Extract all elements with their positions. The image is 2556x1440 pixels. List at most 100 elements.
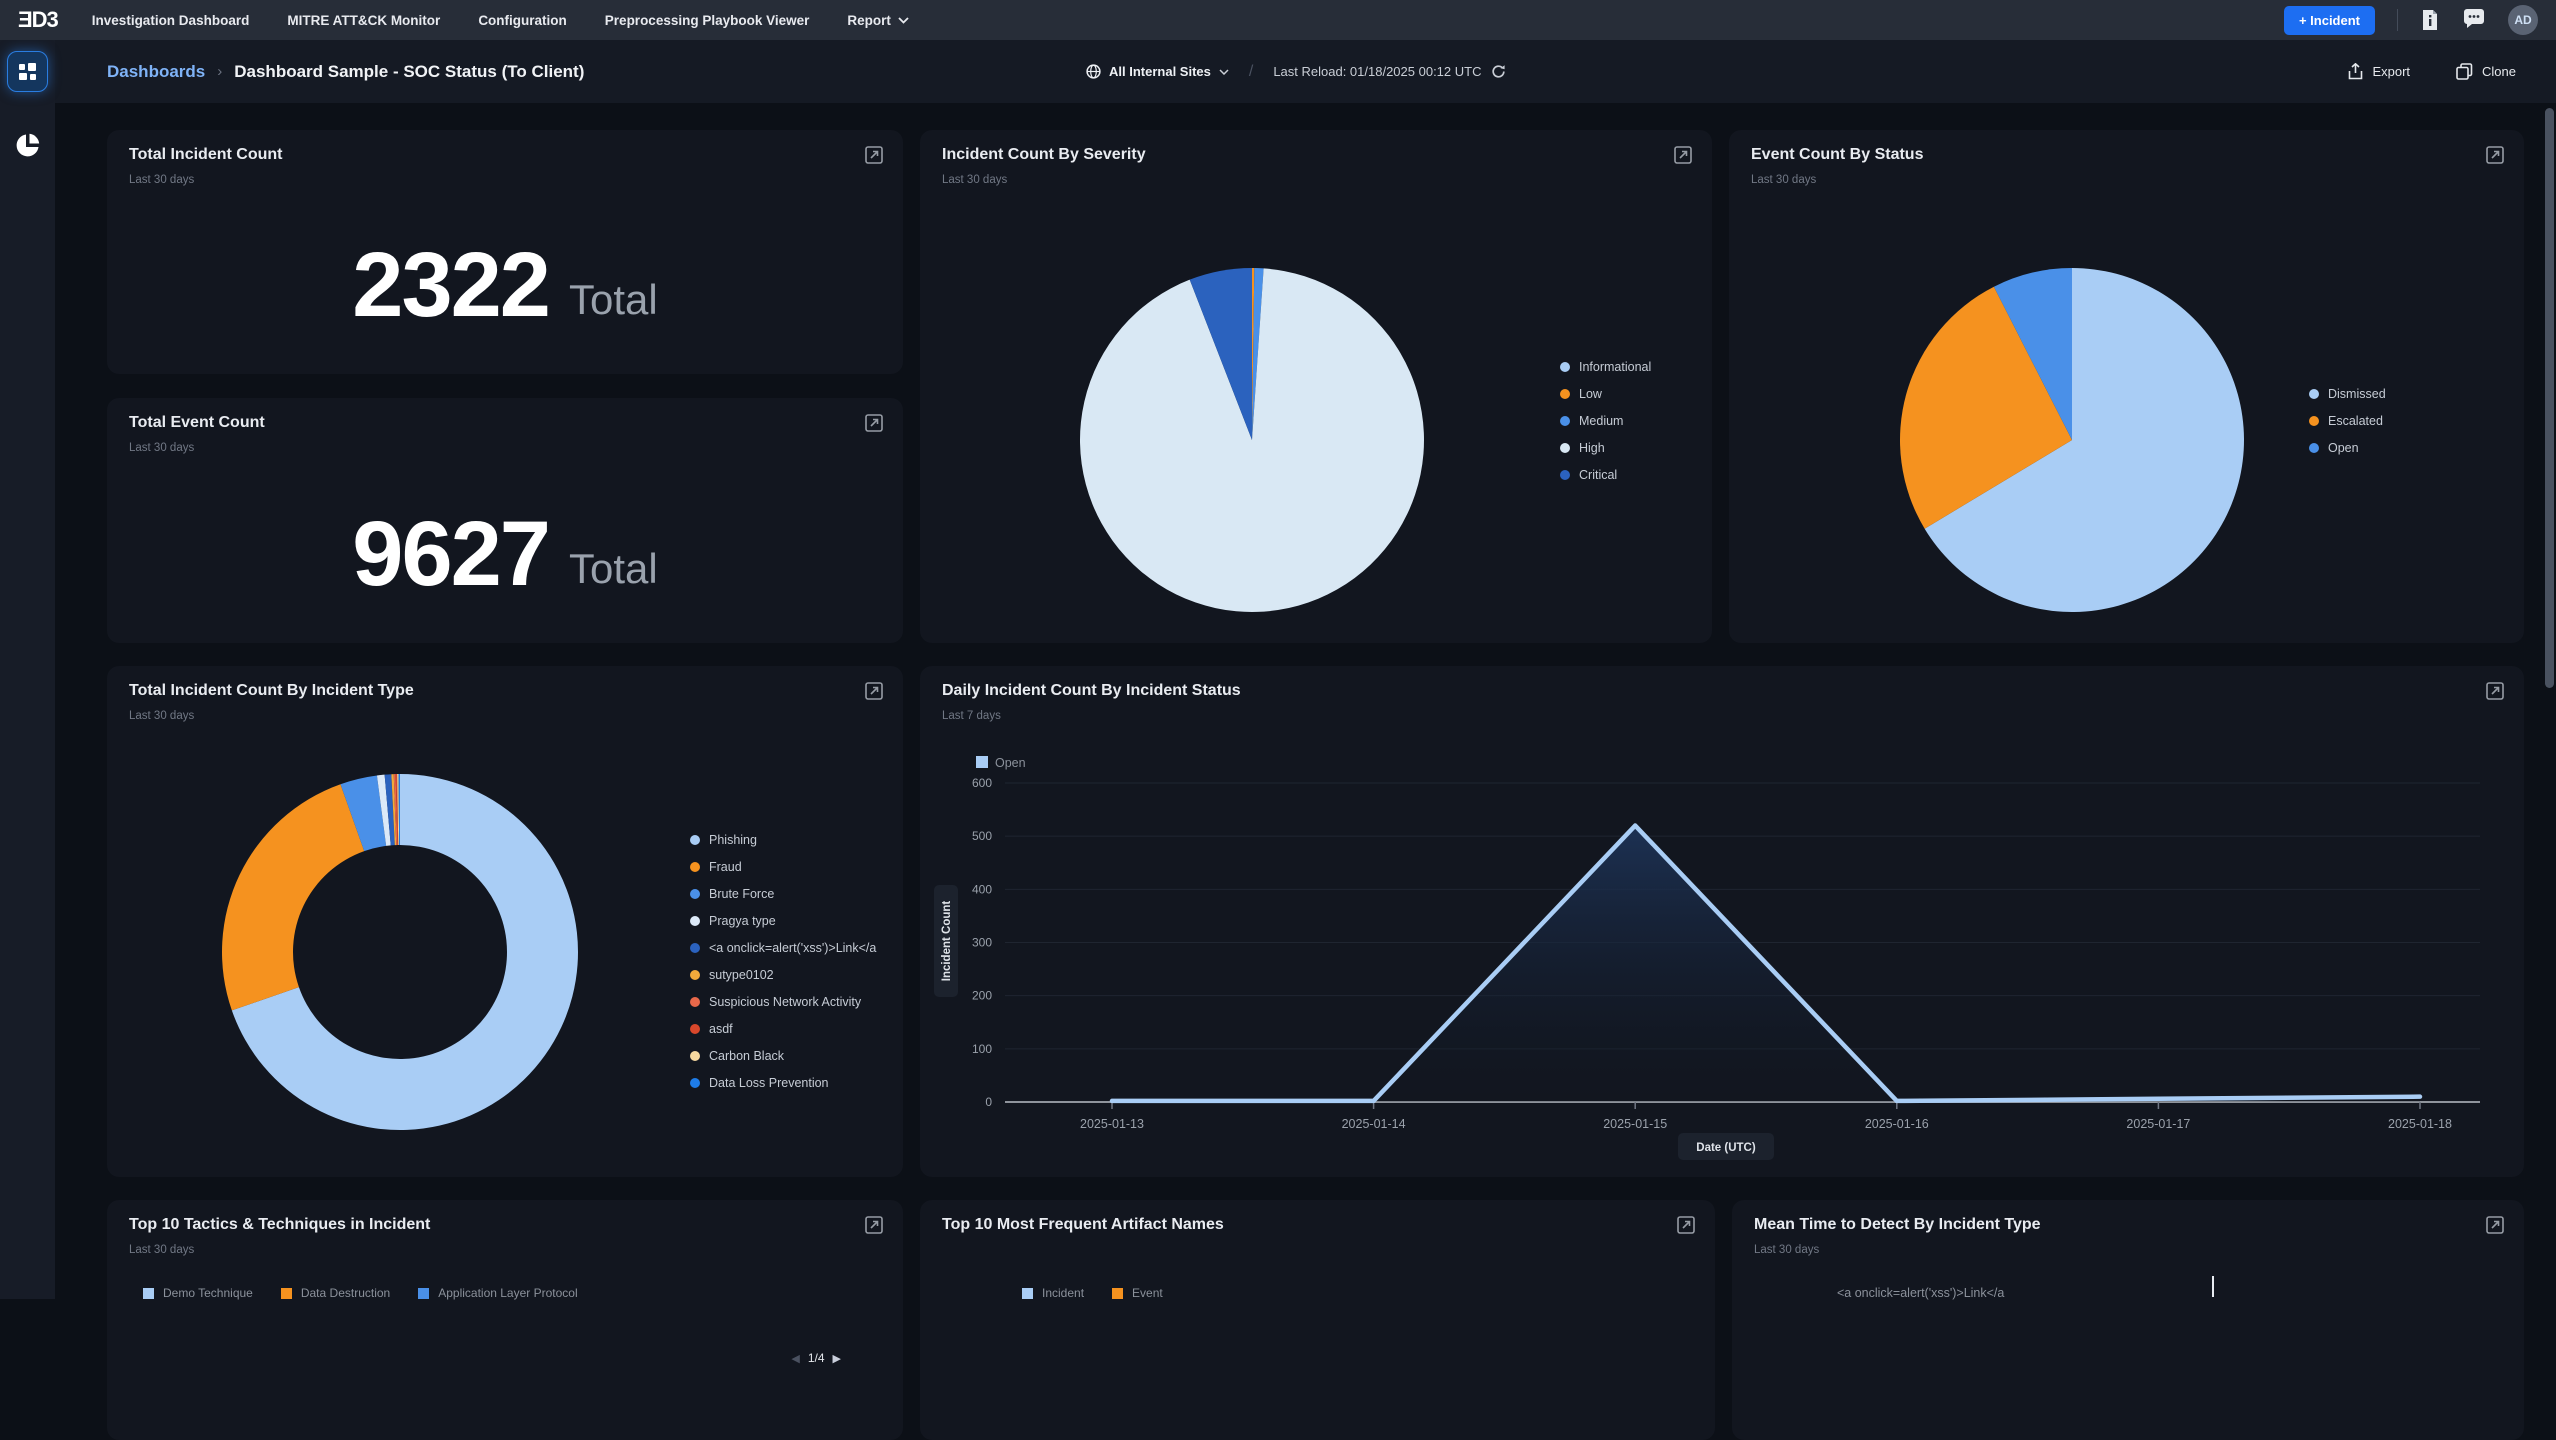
- card-subtitle: Last 30 days: [129, 710, 194, 722]
- card-event-count-by-status: Event Count By Status Last 30 days Dismi…: [1729, 130, 2524, 643]
- legend-item[interactable]: Low: [1560, 380, 1651, 407]
- legend-item[interactable]: Data Destruction: [281, 1286, 390, 1300]
- export-label: Export: [2372, 64, 2410, 79]
- legend-dot: [2309, 389, 2319, 399]
- legend-item[interactable]: Event: [1112, 1286, 1163, 1300]
- vertical-scrollbar-thumb[interactable]: [2545, 108, 2554, 688]
- refresh-icon[interactable]: [1491, 64, 1506, 79]
- legend-label: sutype0102: [709, 968, 774, 982]
- legend-item[interactable]: Carbon Black: [690, 1042, 876, 1069]
- expand-icon[interactable]: [1674, 146, 1692, 164]
- expand-icon[interactable]: [865, 682, 883, 700]
- incident-type-donut-chart[interactable]: [190, 742, 610, 1162]
- card-subtitle: Last 30 days: [129, 174, 194, 186]
- legend-item[interactable]: Pragya type: [690, 907, 876, 934]
- card-subtitle: Last 30 days: [129, 442, 194, 454]
- legend-item[interactable]: Suspicious Network Activity: [690, 988, 876, 1015]
- expand-icon[interactable]: [865, 1216, 883, 1234]
- y-axis-tick-label: 200: [972, 989, 992, 1003]
- clone-button[interactable]: Clone: [2456, 63, 2516, 80]
- chevron-down-icon: [898, 17, 909, 24]
- legend-swatch: [143, 1288, 154, 1299]
- site-filter-dropdown[interactable]: All Internal Sites: [1086, 64, 1229, 79]
- breadcrumb-separator: ›: [217, 63, 222, 80]
- export-button[interactable]: Export: [2348, 63, 2410, 80]
- breadcrumb: Dashboards › Dashboard Sample - SOC Stat…: [107, 40, 584, 103]
- text-cursor: [2212, 1276, 2214, 1297]
- expand-icon[interactable]: [2486, 146, 2504, 164]
- legend-item[interactable]: asdf: [690, 1015, 876, 1042]
- card-subtitle: Last 30 days: [942, 174, 1007, 186]
- sidebar-item-dashboards-active[interactable]: [7, 51, 48, 92]
- legend-dot: [690, 1078, 700, 1088]
- legend-label: Demo Technique: [163, 1286, 253, 1300]
- legend-label: <a onclick=alert('xss')>Link</a: [709, 941, 876, 955]
- legend-item[interactable]: Medium: [1560, 407, 1651, 434]
- pager-prev-icon[interactable]: ◀: [791, 1352, 799, 1365]
- legend-label: Dismissed: [2328, 387, 2386, 401]
- chat-icon[interactable]: [2462, 9, 2486, 31]
- legend-dot: [1560, 362, 1570, 372]
- expand-icon[interactable]: [865, 146, 883, 164]
- nav-item-report[interactable]: Report: [847, 13, 909, 28]
- legend-item[interactable]: sutype0102: [690, 961, 876, 988]
- legend-item[interactable]: High: [1560, 434, 1651, 461]
- x-axis-tick-label: 2025-01-14: [1342, 1117, 1406, 1131]
- total-event-unit: Total: [569, 515, 658, 593]
- total-incident-value: 2322: [352, 239, 549, 331]
- pie-slice-Fraud[interactable]: [222, 784, 364, 1010]
- expand-icon[interactable]: [2486, 1216, 2504, 1234]
- legend-label: Low: [1579, 387, 1602, 401]
- pager-next-icon[interactable]: ▶: [833, 1352, 841, 1365]
- nav-item-investigation-dashboard[interactable]: Investigation Dashboard: [92, 13, 250, 28]
- export-icon: [2348, 63, 2363, 80]
- legend-item[interactable]: Brute Force: [690, 880, 876, 907]
- legend-swatch[interactable]: [976, 756, 988, 768]
- legend-dot: [690, 997, 700, 1007]
- add-incident-button[interactable]: + Incident: [2284, 6, 2375, 35]
- legend-dot: [690, 835, 700, 845]
- expand-icon[interactable]: [1677, 1216, 1695, 1234]
- status-legend: Dismissed EscalatedOpen: [2309, 380, 2386, 461]
- legend-item[interactable]: Data Loss Prevention: [690, 1069, 876, 1096]
- expand-icon[interactable]: [865, 414, 883, 432]
- legend-item[interactable]: Informational: [1560, 353, 1651, 380]
- legend-item[interactable]: Escalated: [2309, 407, 2386, 434]
- legend-dot: [1560, 470, 1570, 480]
- status-pie-chart[interactable]: [1862, 230, 2282, 650]
- legend-label: Pragya type: [709, 914, 776, 928]
- legend-label: Critical: [1579, 468, 1617, 482]
- legend-item[interactable]: Fraud: [690, 853, 876, 880]
- legend-label: Carbon Black: [709, 1049, 784, 1063]
- card-top-artifact-names: Top 10 Most Frequent Artifact Names Inci…: [920, 1200, 1715, 1440]
- legend-item[interactable]: Demo Technique: [143, 1286, 253, 1300]
- last-reload-text: Last Reload: 01/18/2025 00:12 UTC: [1273, 64, 1481, 79]
- nav-item-preprocessing-playbook-viewer[interactable]: Preprocessing Playbook Viewer: [605, 13, 810, 28]
- nav-item-mitre-attck-monitor[interactable]: MITRE ATT&CK Monitor: [287, 13, 440, 28]
- legend-item[interactable]: Open: [2309, 434, 2386, 461]
- y-axis-tick-label: 100: [972, 1042, 992, 1056]
- user-avatar[interactable]: AD: [2508, 5, 2538, 35]
- breadcrumb-dashboards-link[interactable]: Dashboards: [107, 62, 205, 82]
- nav-item-configuration[interactable]: Configuration: [478, 13, 566, 28]
- legend-label[interactable]: Open: [995, 756, 1026, 770]
- legend-item[interactable]: Dismissed: [2309, 380, 2386, 407]
- daily-incident-line-chart[interactable]: 01002003004005006002025-01-132025-01-142…: [920, 666, 2524, 1177]
- add-incident-label: + Incident: [2299, 13, 2360, 28]
- release-notes-icon[interactable]: [2420, 9, 2440, 31]
- x-axis-tick-label: 2025-01-16: [1865, 1117, 1929, 1131]
- legend-item[interactable]: Application Layer Protocol: [418, 1286, 577, 1300]
- y-axis-tick-label: 600: [972, 776, 992, 790]
- legend-item[interactable]: Phishing: [690, 826, 876, 853]
- kpi-value-group: 9627 Total: [107, 464, 903, 643]
- legend-item[interactable]: Incident: [1022, 1286, 1084, 1300]
- legend-dot: [690, 1051, 700, 1061]
- legend-item[interactable]: <a onclick=alert('xss')>Link</a: [690, 934, 876, 961]
- card-title: Total Incident Count: [129, 146, 282, 164]
- legend-swatch: [1112, 1288, 1123, 1299]
- severity-pie-chart[interactable]: [1042, 230, 1462, 650]
- legend-swatch: [1022, 1288, 1033, 1299]
- sidebar-item-reports-pie-icon[interactable]: [14, 132, 41, 159]
- legend-item[interactable]: Critical: [1560, 461, 1651, 488]
- x-axis-tick-label: 2025-01-17: [2126, 1117, 2190, 1131]
